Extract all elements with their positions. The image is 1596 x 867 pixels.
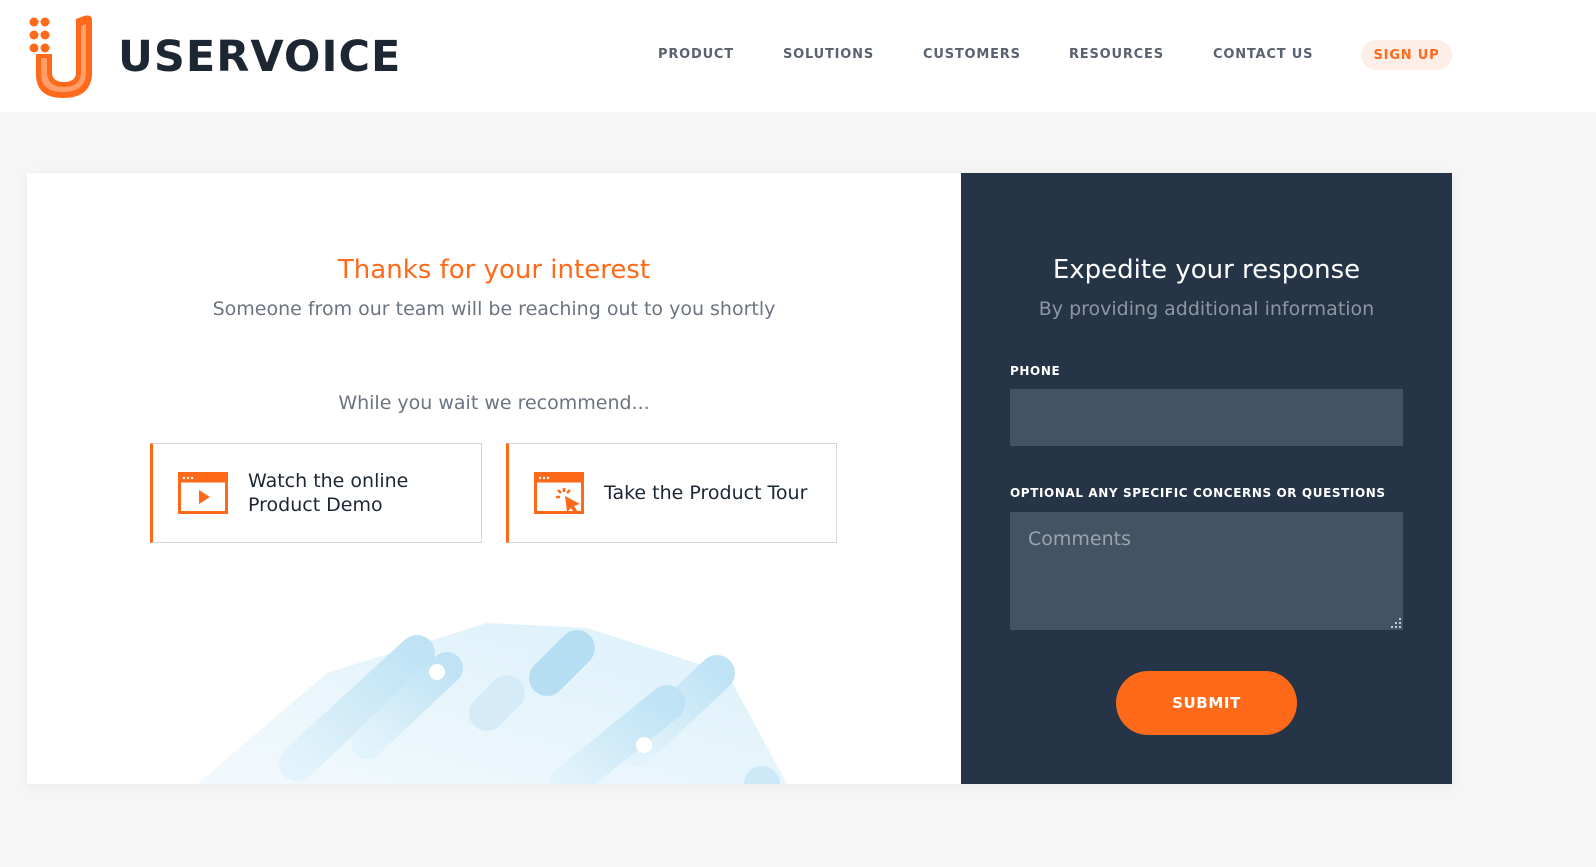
thanks-subtitle: Someone from our team will be reaching o… (212, 298, 776, 320)
nav-resources[interactable]: RESOURCES (1069, 47, 1164, 62)
thank-you-card: Thanks for your interest Someone from ou… (27, 173, 1452, 784)
submit-button[interactable]: SUBMIT (1116, 671, 1297, 735)
thanks-title: Thanks for your interest (337, 255, 651, 285)
product-demo-label: Watch the online Product Demo (248, 470, 409, 516)
nav-contact-us[interactable]: CONTACT US (1213, 47, 1313, 62)
nav-product[interactable]: PRODUCT (658, 47, 734, 62)
comments-textarea[interactable] (1010, 512, 1403, 630)
nav-customers[interactable]: CUSTOMERS (923, 47, 1021, 62)
comments-label: OPTIONAL ANY SPECIFIC CONCERNS OR QUESTI… (1010, 486, 1386, 500)
expedite-form-panel: Expedite your response By providing addi… (961, 173, 1452, 784)
expedite-title: Expedite your response (1052, 255, 1361, 285)
phone-input[interactable] (1010, 389, 1403, 446)
product-demo-card[interactable]: Watch the online Product Demo (150, 443, 482, 543)
video-play-icon (178, 472, 228, 514)
main-nav: PRODUCT SOLUTIONS CUSTOMERS RESOURCES CO… (0, 40, 1596, 70)
recommend-intro: While you wait we recommend... (338, 392, 650, 414)
expedite-subtitle: By providing additional information (1038, 298, 1375, 320)
thank-you-panel: Thanks for your interest Someone from ou… (27, 173, 961, 784)
browser-cursor-click-icon (534, 472, 584, 514)
product-tour-card[interactable]: Take the Product Tour (506, 443, 837, 543)
nav-solutions[interactable]: SOLUTIONS (783, 47, 874, 62)
product-tour-label: Take the Product Tour (604, 482, 808, 504)
phone-label: PHONE (1010, 364, 1061, 378)
site-header: USERVOICE PRODUCT SOLUTIONS CUSTOMERS RE… (0, 0, 1596, 112)
sign-up-button[interactable]: SIGN UP (1361, 40, 1452, 70)
resize-grip-icon[interactable] (1391, 618, 1401, 628)
